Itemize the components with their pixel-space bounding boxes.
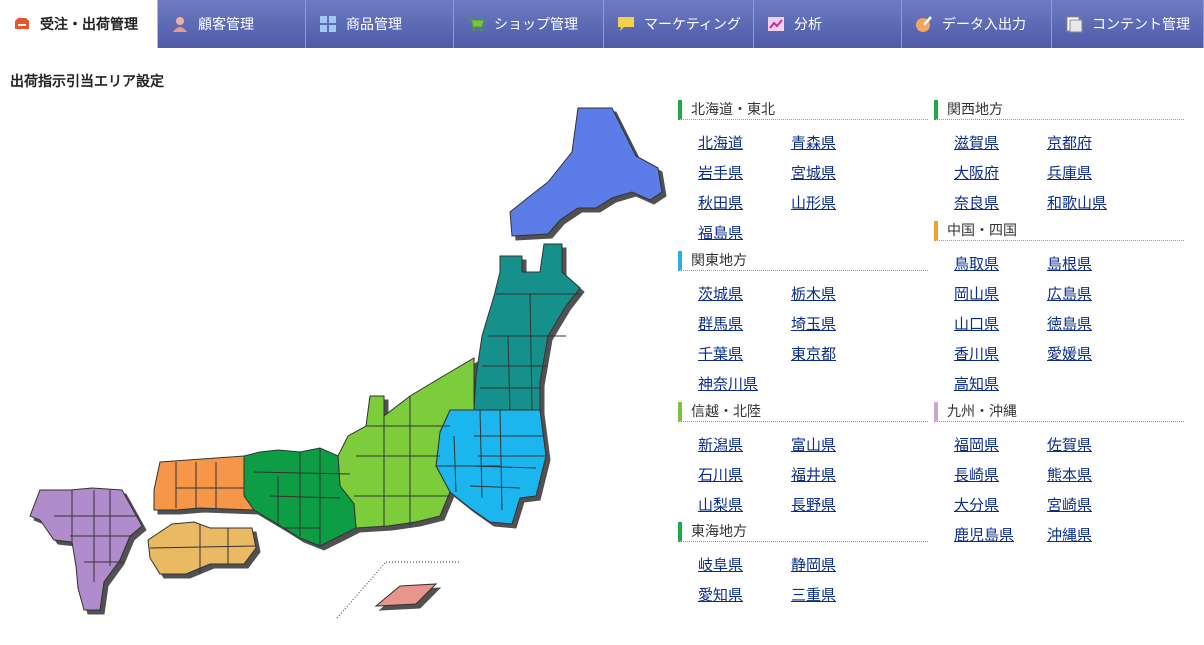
prefecture-link[interactable]: 鹿児島県	[954, 524, 1014, 545]
person-icon	[170, 14, 190, 34]
tab-2[interactable]: 商品管理	[306, 0, 454, 48]
prefecture-link[interactable]: 長崎県	[954, 464, 999, 485]
prefecture-link[interactable]: 石川県	[698, 464, 743, 485]
prefecture-link[interactable]: 沖縄県	[1047, 524, 1092, 545]
prefecture-link[interactable]: 奈良県	[954, 192, 999, 213]
prefecture-link[interactable]: 高知県	[954, 373, 999, 394]
map-hokkaido[interactable]	[509, 107, 663, 237]
main-nav: 受注・出荷管理 顧客管理 商品管理 ショップ管理 マーケティング 分析 データ入出力 コンテン…	[0, 0, 1204, 48]
edit-icon	[914, 14, 934, 34]
page-title: 出荷指示引当エリア設定	[10, 74, 164, 90]
prefecture-link[interactable]: 栃木県	[791, 283, 836, 304]
prefecture-link[interactable]: 岡山県	[954, 283, 999, 304]
document-icon	[1064, 14, 1084, 34]
prefecture-link[interactable]: 京都府	[1047, 132, 1092, 153]
cart-icon	[466, 14, 486, 34]
prefecture-link[interactable]: 静岡県	[791, 554, 836, 575]
prefecture-link[interactable]: 熊本県	[1047, 464, 1092, 485]
prefecture-link[interactable]: 福井県	[791, 464, 836, 485]
prefecture-link[interactable]: 北海道	[698, 132, 743, 153]
chart-icon	[766, 14, 786, 34]
region-heading: 北海道・東北	[678, 100, 928, 120]
japan-map	[29, 107, 663, 619]
tab-7[interactable]: コンテント管理	[1052, 0, 1204, 48]
tab-label: マーケティング	[644, 17, 741, 33]
grid-icon	[318, 14, 338, 34]
tab-3[interactable]: ショップ管理	[454, 0, 604, 48]
map-kyushu[interactable]	[29, 487, 143, 611]
prefecture-link[interactable]: 兵庫県	[1047, 162, 1092, 183]
tab-0[interactable]: 受注・出荷管理	[0, 0, 158, 48]
prefecture-link[interactable]: 広島県	[1047, 283, 1092, 304]
prefecture-link[interactable]: 福島県	[698, 222, 743, 243]
prefecture-link[interactable]: 岩手県	[698, 162, 743, 183]
speech-bubble-icon	[616, 14, 636, 34]
prefecture-link[interactable]: 新潟県	[698, 434, 743, 455]
map-chugoku[interactable]	[153, 455, 255, 511]
tab-label: 商品管理	[346, 17, 402, 33]
prefecture-link[interactable]: 福岡県	[954, 434, 999, 455]
tab-label: ショップ管理	[494, 17, 578, 33]
map-tohoku[interactable]	[473, 243, 581, 411]
prefecture-link[interactable]: 岐阜県	[698, 554, 743, 575]
tab-label: データ入出力	[942, 17, 1026, 33]
region-heading: 信越・北陸	[678, 402, 928, 422]
region-heading: 中国・四国	[934, 221, 1184, 241]
prefecture-link[interactable]: 神奈川県	[698, 373, 758, 394]
prefecture-link[interactable]: 茨城県	[698, 283, 743, 304]
prefecture-link[interactable]: 愛媛県	[1047, 343, 1092, 364]
prefecture-link[interactable]: 三重県	[791, 584, 836, 605]
tab-label: 受注・出荷管理	[40, 17, 138, 33]
prefecture-link[interactable]: 鳥取県	[954, 253, 999, 274]
tray-icon	[12, 14, 32, 34]
region-heading: 九州・沖縄	[934, 402, 1184, 422]
prefecture-link[interactable]: 佐賀県	[1047, 434, 1092, 455]
tab-4[interactable]: マーケティング	[604, 0, 754, 48]
prefecture-link[interactable]: 長野県	[791, 494, 836, 515]
prefecture-link[interactable]: 群馬県	[698, 313, 743, 334]
prefecture-link[interactable]: 宮崎県	[1047, 494, 1092, 515]
region-heading: 東海地方	[678, 522, 928, 542]
tab-label: 顧客管理	[198, 17, 254, 33]
prefecture-link[interactable]: 大分県	[954, 494, 999, 515]
prefecture-link[interactable]: 秋田県	[698, 192, 743, 213]
prefecture-link[interactable]: 山形県	[791, 192, 836, 213]
prefecture-link[interactable]: 愛知県	[698, 584, 743, 605]
prefecture-link[interactable]: 島根県	[1047, 253, 1092, 274]
region-heading: 関東地方	[678, 251, 928, 271]
prefecture-link[interactable]: 埼玉県	[791, 313, 836, 334]
prefecture-link[interactable]: 東京都	[791, 343, 836, 364]
prefecture-link[interactable]: 大阪府	[954, 162, 999, 183]
tab-5[interactable]: 分析	[754, 0, 902, 48]
prefecture-link[interactable]: 和歌山県	[1047, 192, 1107, 213]
prefecture-link[interactable]: 宮城県	[791, 162, 836, 183]
region-heading: 関西地方	[934, 100, 1184, 120]
prefecture-link[interactable]: 滋賀県	[954, 132, 999, 153]
map-okinawa[interactable]	[374, 583, 438, 607]
prefecture-link[interactable]: 青森県	[791, 132, 836, 153]
prefecture-link[interactable]: 富山県	[791, 434, 836, 455]
prefecture-link[interactable]: 千葉県	[698, 343, 743, 364]
tab-label: 分析	[794, 17, 822, 33]
prefecture-link[interactable]: 徳島県	[1047, 313, 1092, 334]
prefecture-link[interactable]: 山梨県	[698, 494, 743, 515]
prefecture-link[interactable]: 山口県	[954, 313, 999, 334]
tab-6[interactable]: データ入出力	[902, 0, 1052, 48]
prefecture-link[interactable]: 香川県	[954, 343, 999, 364]
tab-1[interactable]: 顧客管理	[158, 0, 306, 48]
tab-label: コンテント管理	[1092, 17, 1190, 33]
